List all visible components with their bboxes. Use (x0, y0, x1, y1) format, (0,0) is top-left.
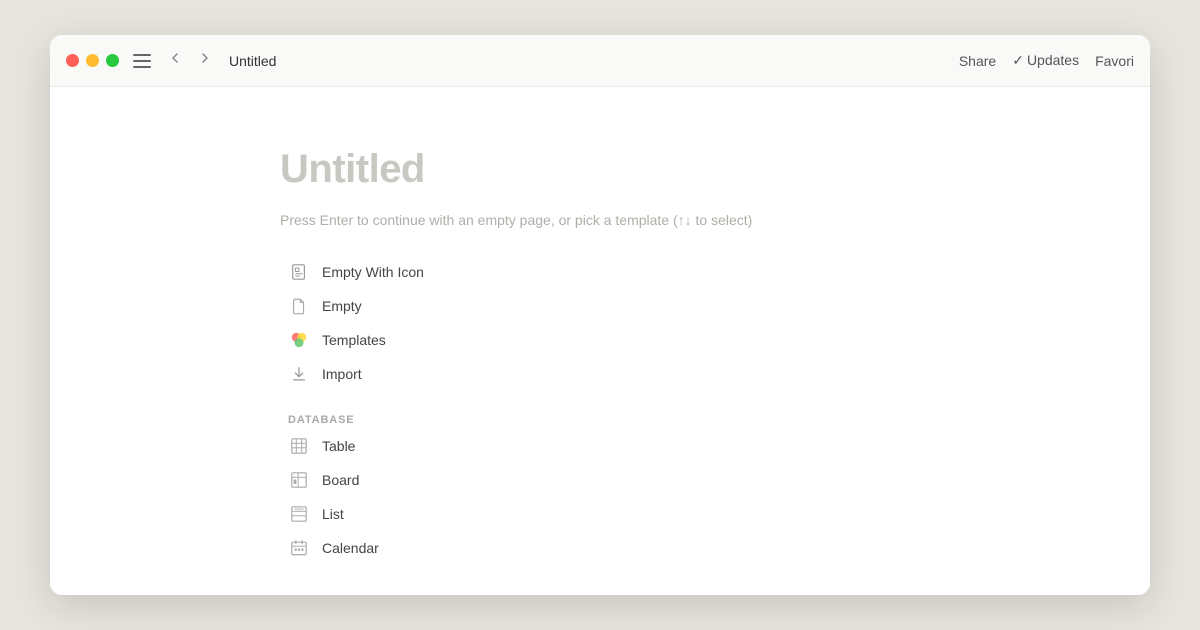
page-heading[interactable]: Untitled (280, 147, 920, 192)
menu-item-label: Board (322, 472, 359, 488)
menu-item-empty[interactable]: Empty (280, 290, 920, 322)
database-section-label: DATABASE (280, 406, 920, 430)
menu-icon[interactable] (133, 54, 151, 68)
menu-item-label: Import (322, 366, 362, 382)
database-menu: Table Board (280, 430, 920, 564)
page-body: Untitled Press Enter to continue with an… (240, 147, 960, 564)
updates-button[interactable]: ✓Updates (1012, 52, 1079, 69)
hint-text: Press Enter to continue with an empty pa… (280, 212, 920, 228)
main-content: Untitled Press Enter to continue with an… (50, 87, 1150, 595)
database-section: DATABASE Table (280, 406, 920, 564)
titlebar-actions: Share ✓Updates Favori (959, 52, 1134, 69)
menu-item-import[interactable]: Import (280, 358, 920, 390)
download-icon (288, 363, 310, 385)
template-menu: Empty With Icon Empty (280, 256, 920, 390)
share-button[interactable]: Share (959, 53, 996, 69)
menu-item-board[interactable]: Board (280, 464, 920, 496)
back-button[interactable] (163, 48, 187, 73)
favorites-button[interactable]: Favori (1095, 53, 1134, 69)
templates-icon (288, 329, 310, 351)
menu-item-table[interactable]: Table (280, 430, 920, 462)
close-button[interactable] (66, 54, 79, 67)
menu-item-calendar[interactable]: Calendar (280, 532, 920, 564)
menu-item-label: Empty (322, 298, 362, 314)
list-icon (288, 503, 310, 525)
menu-item-empty-with-icon[interactable]: Empty With Icon (280, 256, 920, 288)
document-icon (288, 261, 310, 283)
traffic-lights (66, 54, 119, 67)
menu-item-templates[interactable]: Templates (280, 324, 920, 356)
app-window: Untitled Share ✓Updates Favori Untitled … (50, 35, 1150, 595)
calendar-icon (288, 537, 310, 559)
empty-document-icon (288, 295, 310, 317)
menu-item-list[interactable]: List (280, 498, 920, 530)
menu-item-label: Empty With Icon (322, 264, 424, 280)
menu-item-label: List (322, 506, 344, 522)
menu-item-label: Table (322, 438, 355, 454)
page-title: Untitled (229, 53, 276, 69)
nav-buttons (163, 48, 217, 73)
titlebar: Untitled Share ✓Updates Favori (50, 35, 1150, 87)
table-icon (288, 435, 310, 457)
minimize-button[interactable] (86, 54, 99, 67)
forward-button[interactable] (193, 48, 217, 73)
maximize-button[interactable] (106, 54, 119, 67)
board-icon (288, 469, 310, 491)
menu-item-label: Templates (322, 332, 386, 348)
menu-item-label: Calendar (322, 540, 379, 556)
